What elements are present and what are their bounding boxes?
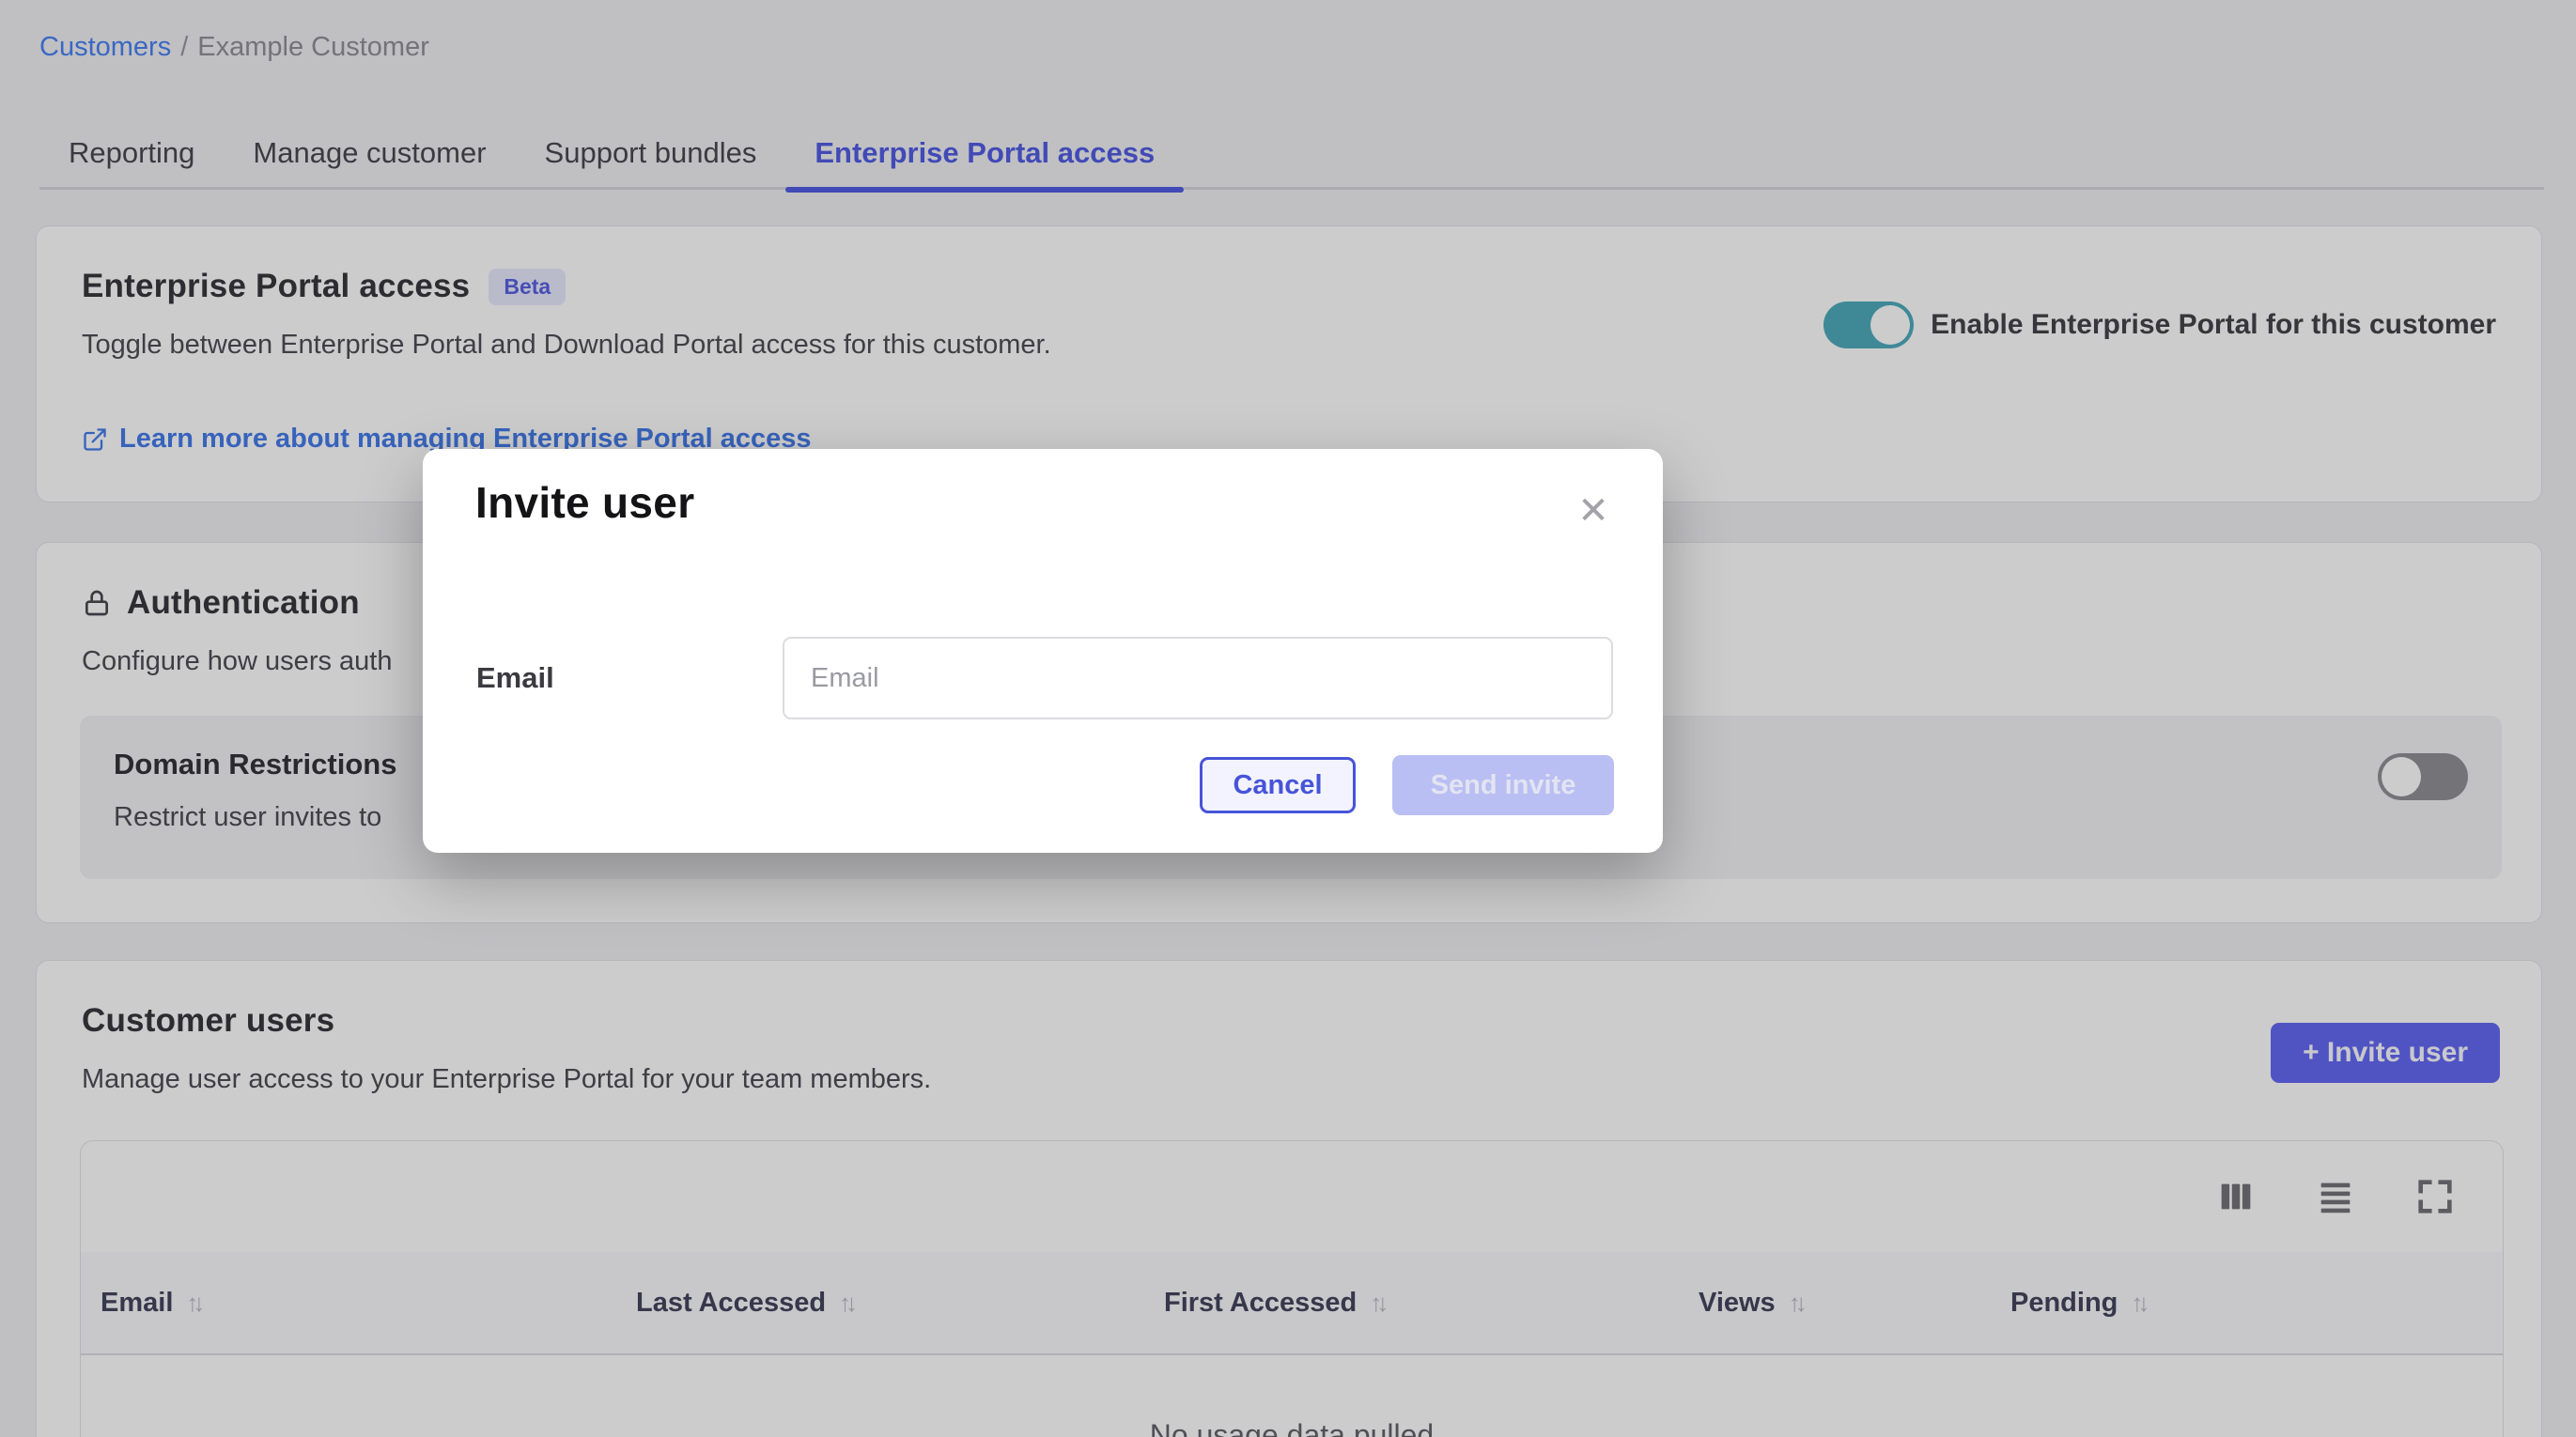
modal-title: Invite user xyxy=(475,477,694,528)
close-icon[interactable]: ✕ xyxy=(1567,485,1620,537)
page: Customers/Example Customer Reporting Man… xyxy=(0,0,2576,1437)
cancel-button[interactable]: Cancel xyxy=(1200,757,1356,813)
email-field[interactable] xyxy=(783,637,1613,719)
invite-user-modal: Invite user ✕ Email Cancel Send invite xyxy=(423,449,1663,853)
email-field-label: Email xyxy=(476,637,554,719)
send-invite-button[interactable]: Send invite xyxy=(1392,755,1614,815)
